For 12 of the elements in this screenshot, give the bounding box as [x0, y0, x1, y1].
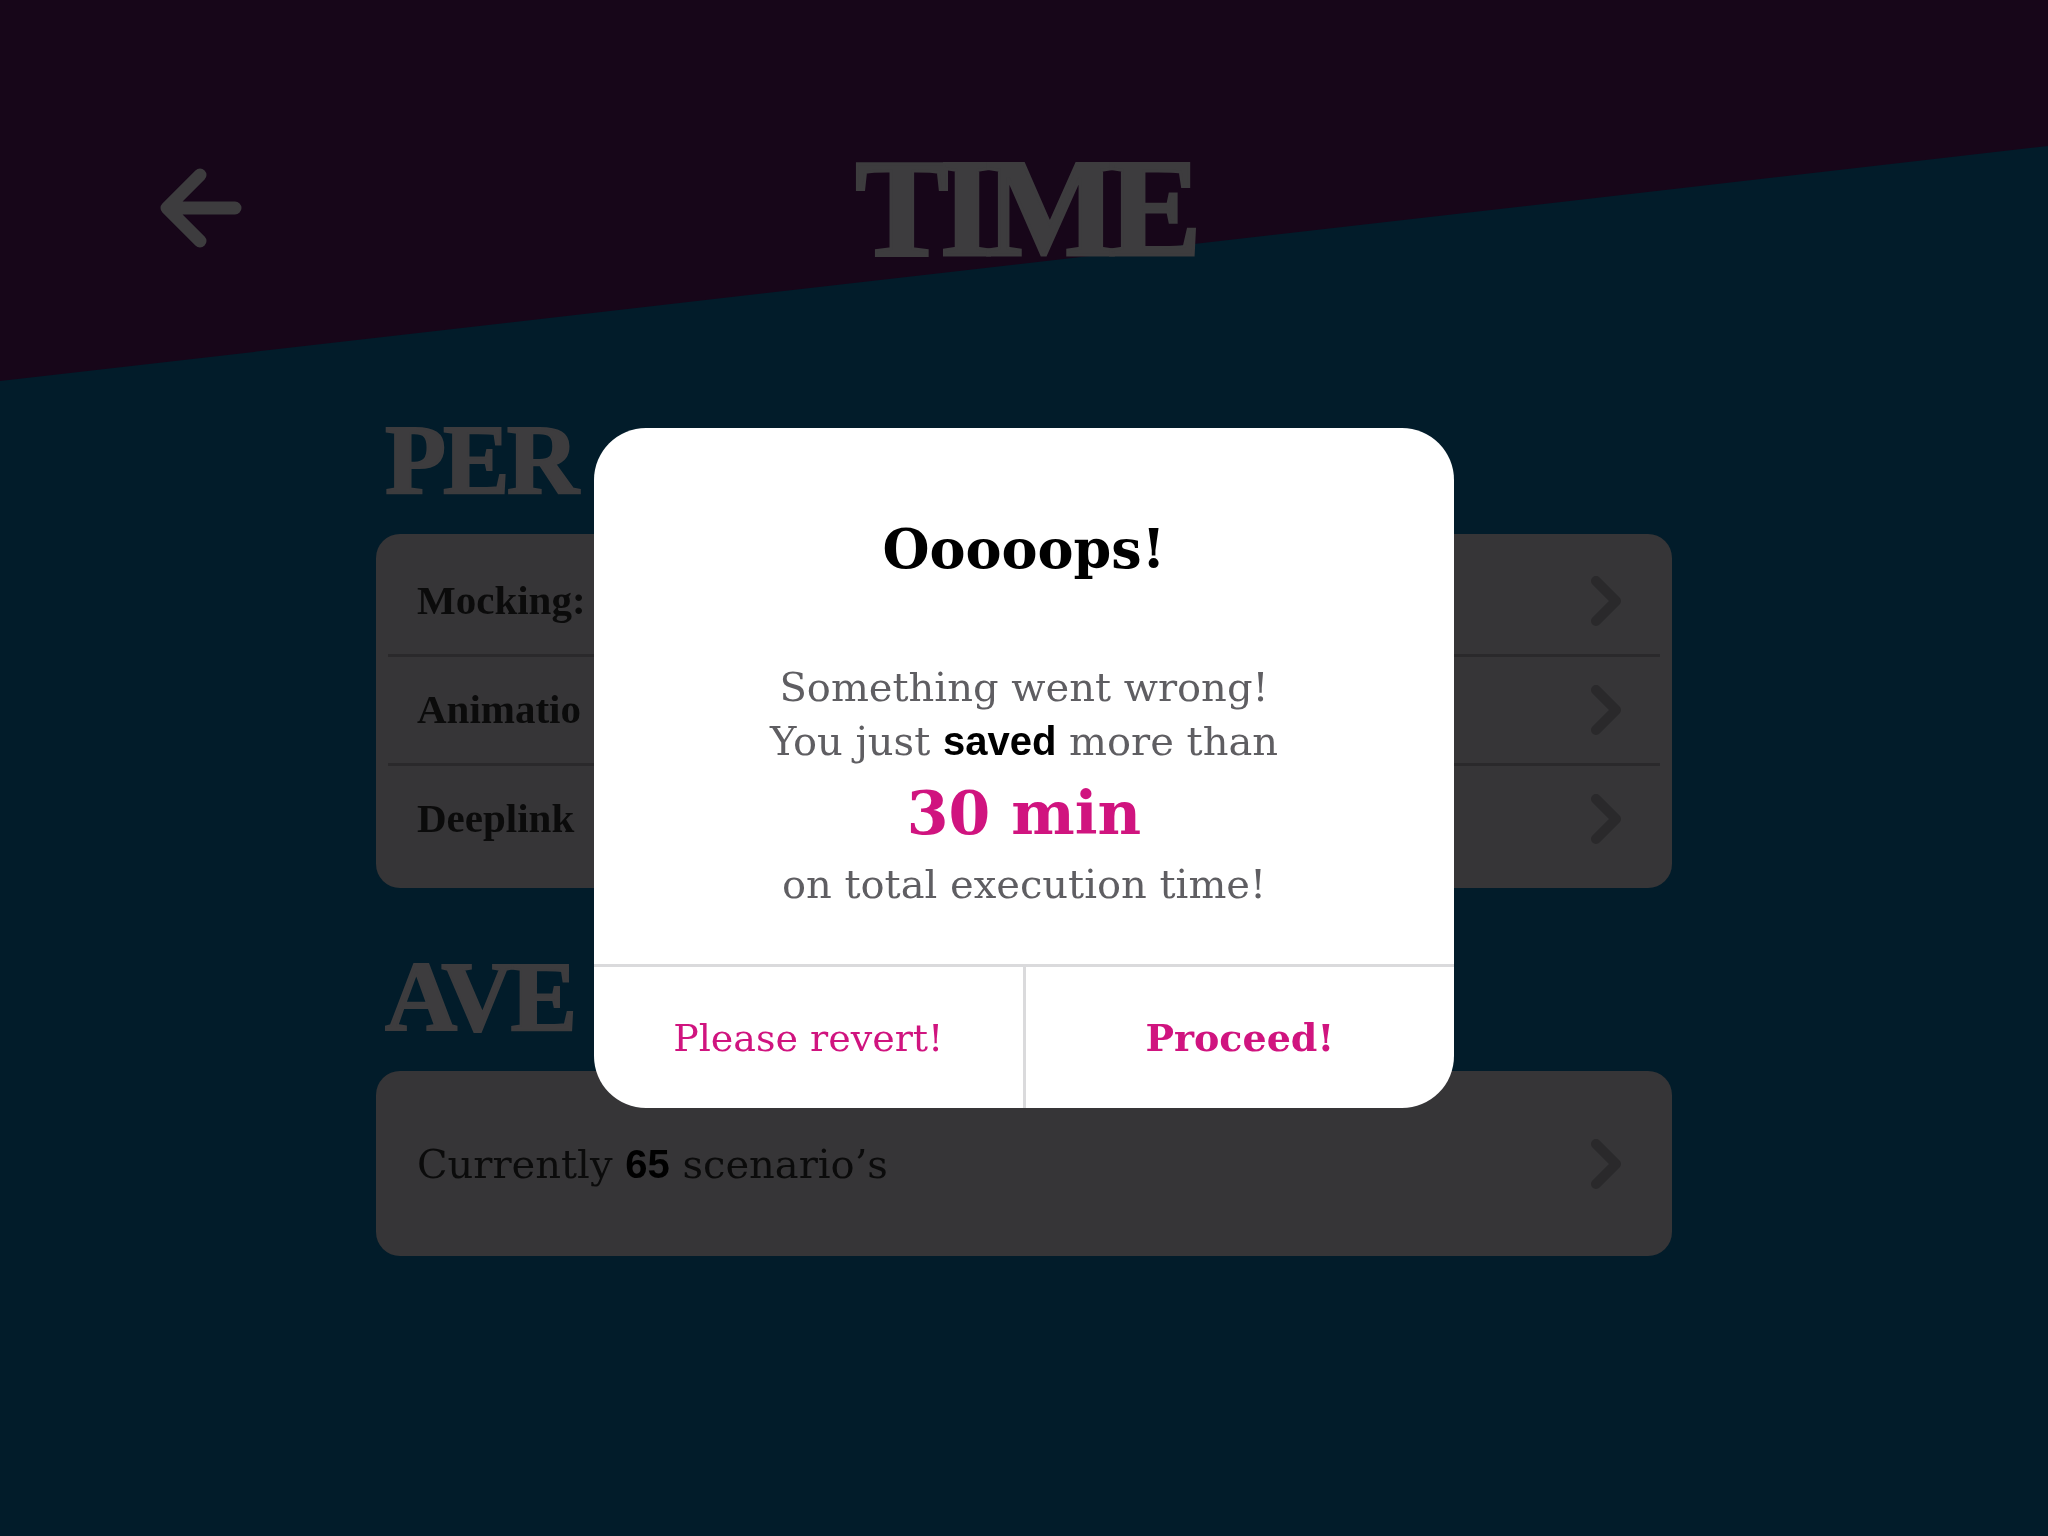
message-text: on total execution time! [781, 860, 1267, 909]
arrow-left-icon [160, 166, 242, 250]
confirm-button[interactable]: Proceed! [1022, 967, 1454, 1108]
message-text: You just saved more than [769, 717, 1279, 766]
section-heading: PER [385, 410, 576, 510]
dialog-title: Ooooops! [882, 516, 1166, 583]
page-title: TIME [855, 138, 1193, 278]
message-text: Something went wrong! [779, 663, 1269, 712]
saved-time-text: 30 min [906, 777, 1142, 850]
back-button[interactable] [160, 166, 242, 250]
section-heading: AVE [385, 947, 575, 1047]
cancel-button[interactable]: Please revert! [594, 967, 1023, 1108]
